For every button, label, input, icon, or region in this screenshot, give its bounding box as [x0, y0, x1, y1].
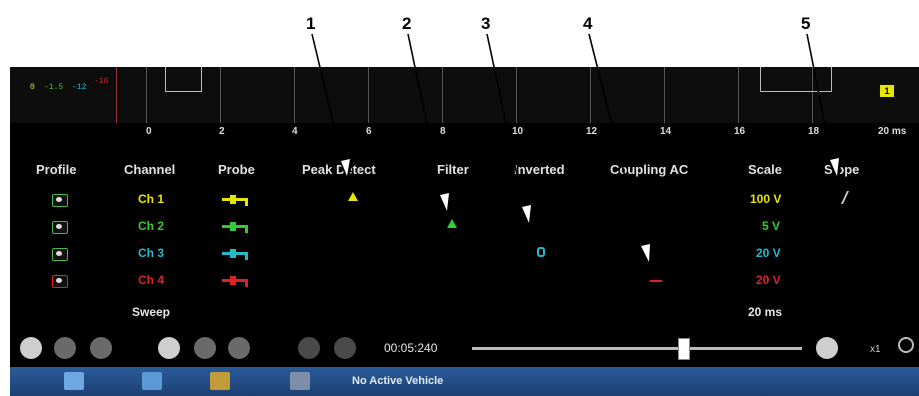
gridline [738, 67, 739, 123]
col-header-probe: Probe [218, 162, 255, 177]
skip-forward-button[interactable] [334, 337, 356, 359]
eye-icon[interactable] [52, 194, 68, 207]
gridline [442, 67, 443, 123]
callout-2: 2 [402, 14, 412, 33]
channel-scale[interactable]: 5 V [762, 219, 780, 233]
col-header-peak-detect: Peak Detect [302, 162, 376, 177]
time-tick: 0 [146, 126, 152, 137]
scale-readout-ch3: -12 [72, 83, 87, 92]
sweep-value[interactable]: 20 ms [748, 305, 782, 319]
gridline [294, 67, 295, 123]
waveform-trace [760, 67, 832, 92]
zoom-level: x1 [870, 344, 881, 355]
coupling-ac-icon[interactable] [650, 280, 662, 282]
probe-icon[interactable] [222, 222, 248, 233]
vehicle-data-icon[interactable] [210, 372, 230, 390]
gridline [516, 67, 517, 123]
time-tick: 20 ms [878, 126, 907, 137]
channel-name[interactable]: Ch 4 [138, 273, 164, 287]
vehicle-icon[interactable] [290, 372, 310, 390]
channel-name[interactable]: Ch 3 [138, 246, 164, 260]
col-header-scale: Scale [748, 162, 782, 177]
time-tick: 8 [440, 126, 446, 137]
waveform-plot[interactable]: 0 -1.5 -12 -16 1 [10, 67, 919, 123]
time-tick: 16 [734, 126, 746, 137]
probe-icon[interactable] [222, 276, 248, 287]
col-header-slope: Slope [824, 162, 860, 177]
callout-4: 4 [583, 14, 593, 33]
channel-name[interactable]: Ch 2 [138, 219, 164, 233]
stop-button[interactable] [158, 337, 180, 359]
gridline [368, 67, 369, 123]
channel-marker[interactable]: 1 [880, 85, 894, 97]
gridline [664, 67, 665, 123]
playback-slider-thumb[interactable] [678, 338, 691, 360]
callout-5: 5 [801, 14, 811, 33]
taskbar: No Active Vehicle [10, 367, 919, 396]
gridline [116, 67, 117, 123]
probe-icon[interactable] [222, 249, 248, 260]
home-icon[interactable] [64, 372, 84, 390]
col-header-inverted: Inverted [514, 162, 565, 177]
scale-readout-ch2: -1.5 [44, 83, 64, 92]
play-button[interactable] [228, 337, 250, 359]
channel-name[interactable]: Ch 1 [138, 192, 164, 206]
vehicle-status: No Active Vehicle [352, 375, 444, 387]
time-tick: 4 [292, 126, 298, 137]
gridline [590, 67, 591, 123]
magnifier-icon[interactable] [898, 337, 914, 353]
playback-time: 00:05:240 [384, 341, 438, 355]
eye-icon[interactable] [52, 248, 68, 261]
probe-icon[interactable] [222, 195, 248, 206]
time-tick: 18 [808, 126, 820, 137]
col-header-coupling-ac: Coupling AC [610, 162, 689, 177]
eye-icon[interactable] [52, 221, 68, 234]
callout-3: 3 [481, 14, 491, 33]
filter-icon[interactable] [447, 219, 457, 228]
gridline [220, 67, 221, 123]
scanner-icon[interactable] [142, 372, 162, 390]
callout-1: 1 [306, 14, 316, 33]
time-tick: 10 [512, 126, 524, 137]
zoom-tool-button[interactable] [816, 337, 838, 359]
channel-scale[interactable]: 100 V [750, 192, 781, 206]
skip-back-button[interactable] [54, 337, 76, 359]
pause-button[interactable] [194, 337, 216, 359]
col-header-channel: Channel [124, 162, 176, 177]
record-button[interactable] [20, 337, 42, 359]
gridline [146, 67, 147, 123]
eye-icon[interactable] [52, 275, 68, 288]
channel-scale[interactable]: 20 V [756, 273, 781, 287]
channel-scale[interactable]: 20 V [756, 246, 781, 260]
time-tick: 12 [586, 126, 598, 137]
step-back-button[interactable] [90, 337, 112, 359]
scale-readout-ch4: -16 [94, 77, 109, 86]
playback-slider-track[interactable] [472, 347, 802, 350]
col-header-filter: Filter [437, 162, 469, 177]
sweep-label: Sweep [132, 305, 171, 319]
inverted-icon[interactable] [537, 247, 545, 257]
step-forward-button[interactable] [298, 337, 320, 359]
col-header-profile: Profile [36, 162, 77, 177]
scale-readout-ch1: 0 [30, 83, 35, 92]
slope-icon[interactable] [840, 191, 850, 204]
waveform-trace [165, 67, 202, 92]
peak-detect-icon[interactable] [348, 192, 358, 201]
time-tick: 2 [219, 126, 225, 137]
time-tick: 14 [660, 126, 672, 137]
scope-screen: 0 -1.5 -12 -16 1 0 2 4 6 8 10 12 14 16 1… [10, 67, 919, 396]
time-tick: 6 [366, 126, 372, 137]
